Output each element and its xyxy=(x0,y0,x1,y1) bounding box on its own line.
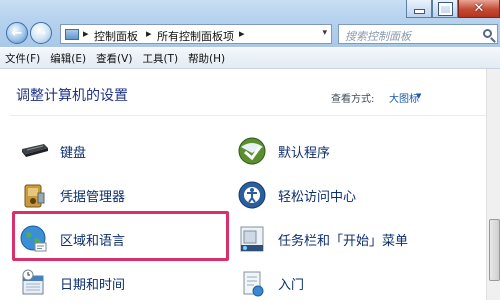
highlight-box xyxy=(12,211,229,261)
keyboard-icon xyxy=(18,135,50,167)
menu-help[interactable]: 帮助(H) xyxy=(183,51,230,66)
view-by-dropdown[interactable]: 大图标 xyxy=(389,90,419,105)
close-button[interactable]: ✕ xyxy=(458,0,500,18)
arrow-left-icon: ← xyxy=(11,25,23,41)
page-title: 调整计算机的设置 xyxy=(16,88,128,104)
item-label: 入门 xyxy=(278,277,305,293)
control-panel-content: 调整计算机的设置 查看方式: 大图标 ▼ 键盘 凭据管理器 区域和语言 日期和时… xyxy=(0,69,500,300)
getting-started-icon xyxy=(236,267,268,299)
menu-file[interactable]: 文件(F) xyxy=(0,51,45,66)
item-ease-of-access[interactable]: 轻松访问中心 xyxy=(236,178,356,212)
vertical-scrollbar[interactable] xyxy=(486,69,500,300)
menu-view[interactable]: 查看(V) xyxy=(91,51,137,66)
default-programs-icon xyxy=(236,135,268,167)
minimize-button[interactable] xyxy=(406,0,432,18)
item-label: 轻松访问中心 xyxy=(278,189,357,205)
maximize-icon xyxy=(437,1,453,16)
window-titlebar: ✕ ← → ▸ 控制面板 ▸ 所有控制面板项 ▸ ▾ ⟳ 搜索控制面板 xyxy=(0,0,500,47)
search-box[interactable]: 搜索控制面板 xyxy=(338,24,498,44)
search-input[interactable]: 搜索控制面板 xyxy=(345,28,411,44)
item-label: 默认程序 xyxy=(278,145,331,161)
arrow-right-icon: → xyxy=(35,25,47,41)
date-time-icon xyxy=(18,267,50,299)
breadcrumb-separator-icon[interactable]: ▸ xyxy=(239,27,245,40)
maximize-button[interactable] xyxy=(432,0,458,18)
back-button[interactable]: ← xyxy=(6,22,28,44)
menu-edit[interactable]: 编辑(E) xyxy=(45,51,91,66)
close-icon: ✕ xyxy=(473,1,485,16)
item-label: 任务栏和「开始」菜单 xyxy=(278,233,409,249)
window-controls: ✕ xyxy=(406,0,500,18)
item-taskbar-start-menu[interactable]: 任务栏和「开始」菜单 xyxy=(236,222,408,256)
ease-of-access-icon xyxy=(236,179,268,211)
item-default-programs[interactable]: 默认程序 xyxy=(236,134,330,168)
menu-tools[interactable]: 工具(T) xyxy=(137,51,183,66)
breadcrumb-separator-icon[interactable]: ▸ xyxy=(83,27,89,40)
item-label: 日期和时间 xyxy=(60,277,126,293)
minimize-icon xyxy=(413,9,425,14)
item-credential-manager[interactable]: 凭据管理器 xyxy=(18,178,125,212)
view-by-label: 查看方式: xyxy=(331,94,375,105)
item-keyboard[interactable]: 键盘 xyxy=(18,134,86,168)
item-label: 键盘 xyxy=(60,145,87,161)
item-getting-started[interactable]: 入门 xyxy=(236,266,304,300)
breadcrumb-separator-icon[interactable]: ▸ xyxy=(146,27,152,40)
item-date-time[interactable]: 日期和时间 xyxy=(18,266,125,300)
forward-button[interactable]: → xyxy=(30,22,52,44)
menu-bar: 文件(F) 编辑(E) 查看(V) 工具(T) 帮助(H) xyxy=(0,48,500,69)
address-bar[interactable]: ▸ 控制面板 ▸ 所有控制面板项 ▸ ▾ xyxy=(60,24,332,44)
scrollbar-thumb[interactable] xyxy=(489,219,500,281)
chevron-down-icon[interactable]: ▼ xyxy=(416,92,421,100)
navigation-buttons: ← → xyxy=(6,22,54,44)
credential-manager-icon xyxy=(18,179,50,211)
breadcrumb-all-items[interactable]: 所有控制面板项 xyxy=(157,28,234,44)
item-label: 凭据管理器 xyxy=(60,189,126,205)
breadcrumb-control-panel[interactable]: 控制面板 xyxy=(94,28,138,44)
divider xyxy=(10,115,488,116)
control-panel-icon xyxy=(65,29,79,40)
search-icon[interactable] xyxy=(483,29,492,38)
taskbar-start-icon xyxy=(236,223,268,255)
address-dropdown-icon[interactable]: ▾ xyxy=(322,28,327,38)
